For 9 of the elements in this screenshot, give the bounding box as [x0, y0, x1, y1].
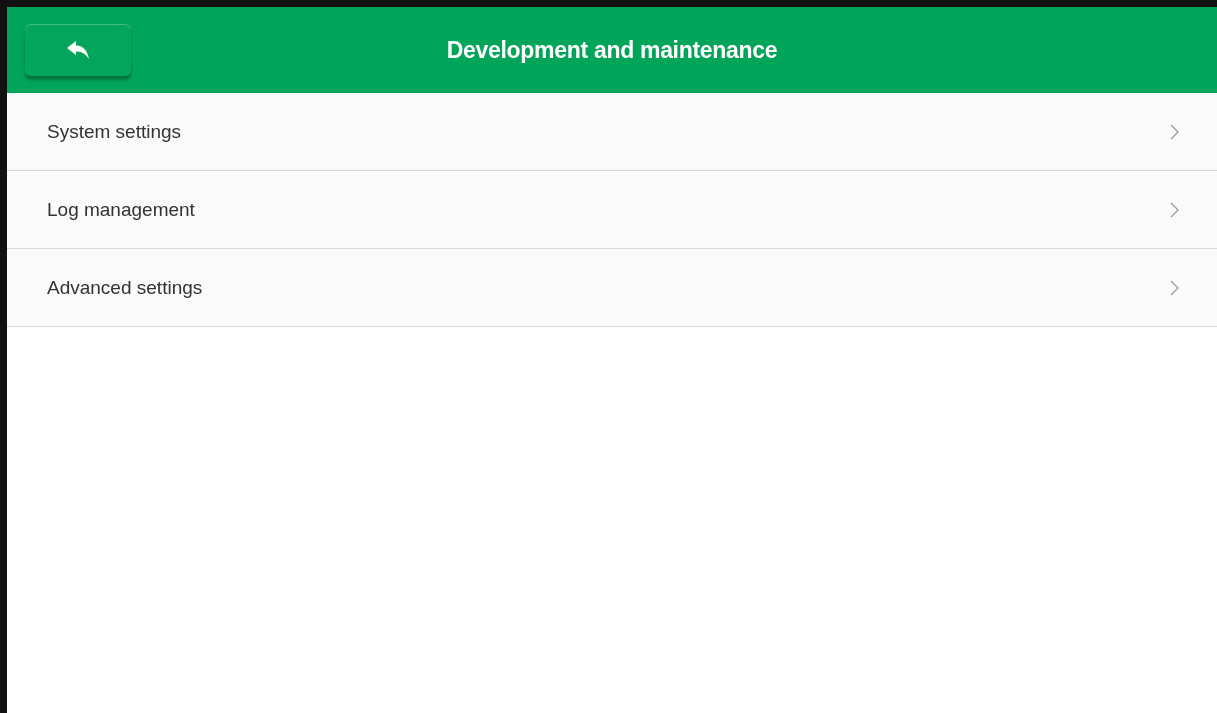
chevron-right-icon — [1170, 201, 1179, 218]
chevron-right-icon — [1170, 123, 1179, 140]
menu-item[interactable]: Advanced settings — [7, 249, 1217, 327]
menu-item[interactable]: Log management — [7, 171, 1217, 249]
back-button[interactable] — [25, 24, 131, 76]
menu-item[interactable]: System settings — [7, 93, 1217, 171]
back-arrow-icon — [67, 41, 89, 59]
chevron-right-icon — [1170, 279, 1179, 296]
screen-title: Development and maintenance — [446, 36, 778, 64]
